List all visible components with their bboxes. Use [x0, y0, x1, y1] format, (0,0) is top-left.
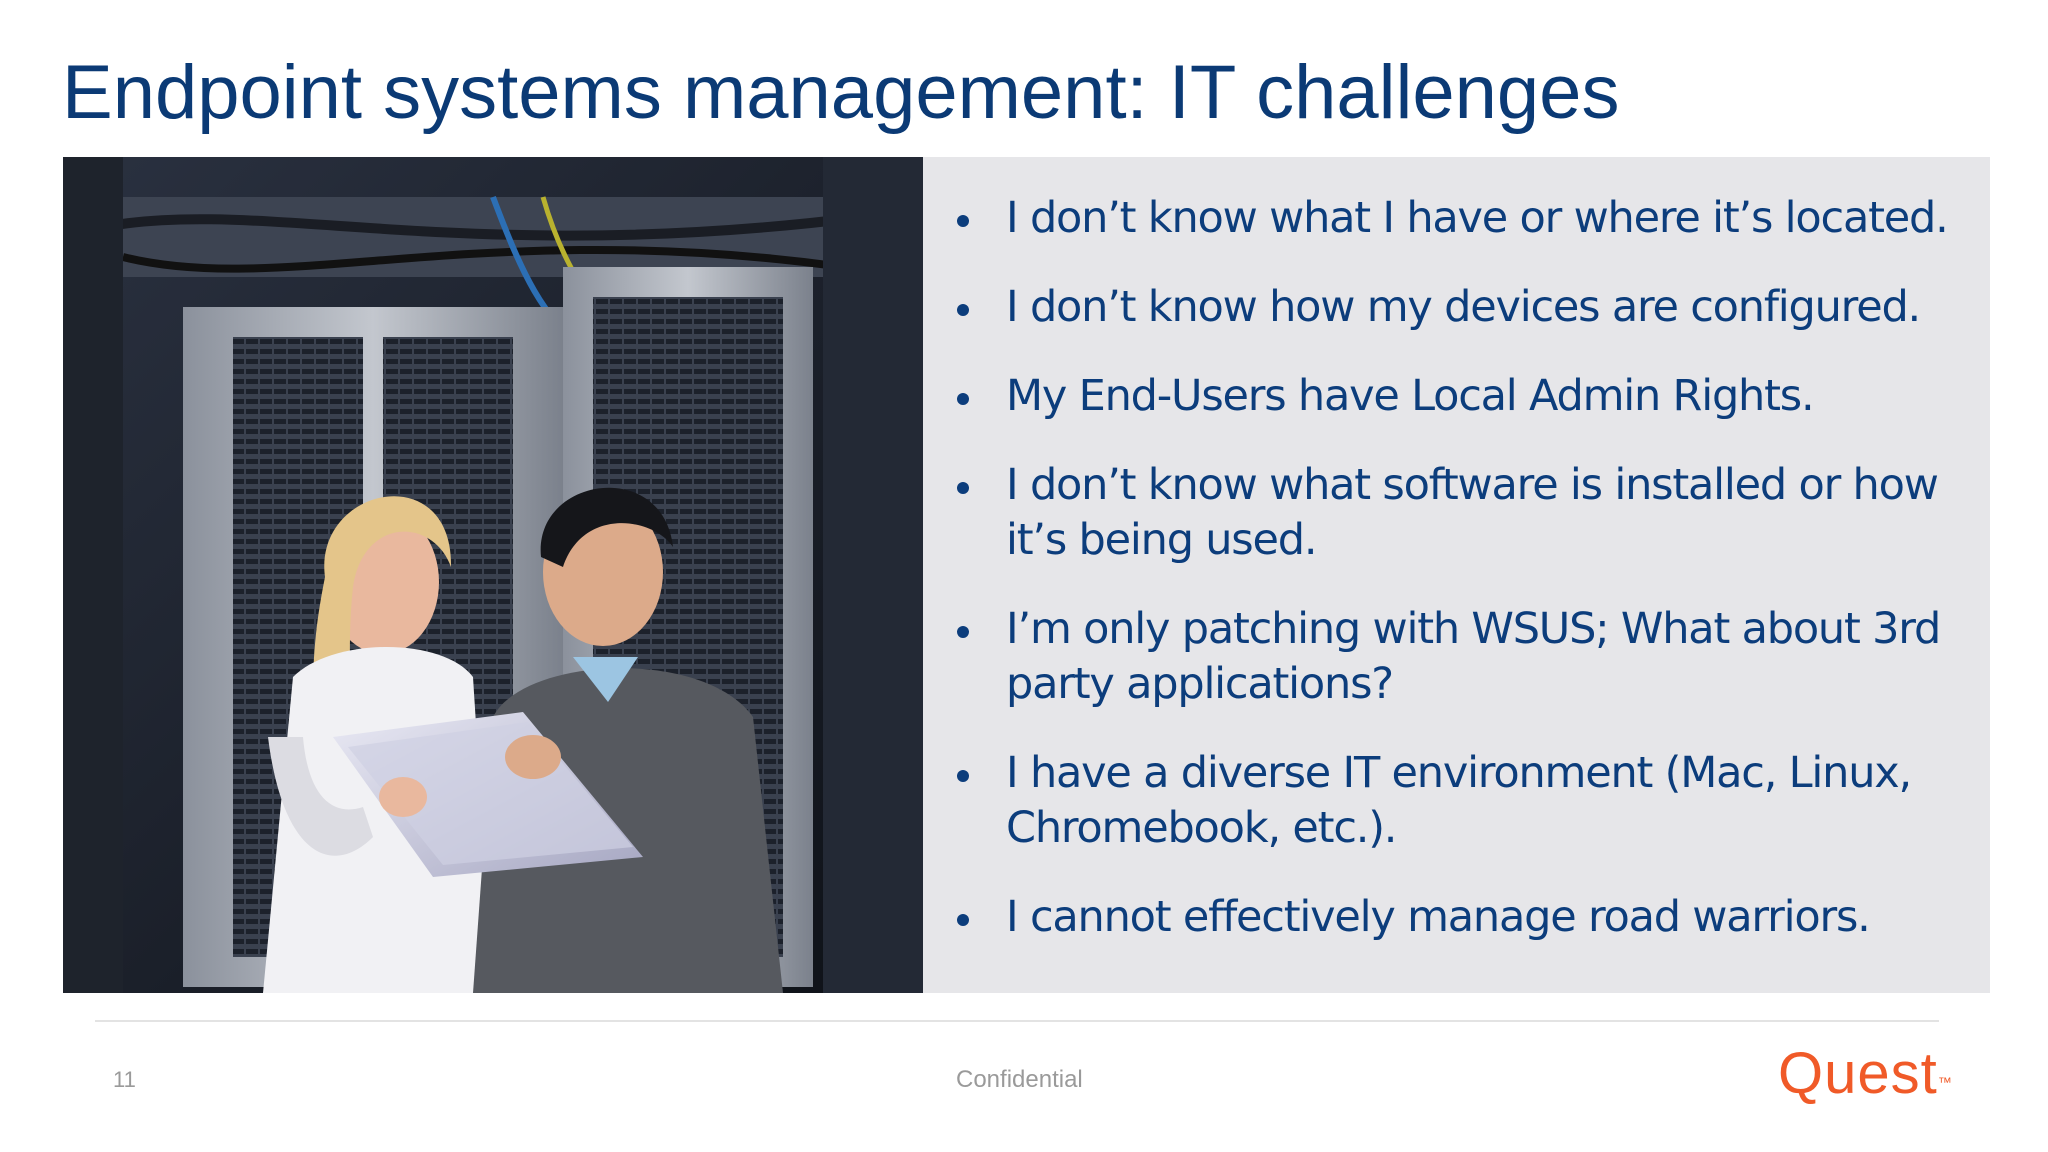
quest-logo: Quest™: [1778, 1042, 1953, 1106]
bullet-icon: [957, 770, 969, 782]
challenge-text: I don’t know how my devices are configur…: [1006, 282, 1921, 332]
challenge-item: I have a diverse IT environment (Mac, Li…: [923, 746, 1970, 856]
bullet-icon: [957, 626, 969, 638]
slide-title: Endpoint systems management: IT challeng…: [62, 50, 1620, 135]
challenge-item: I’m only patching with WSUS; What about …: [923, 602, 1970, 712]
trademark-icon: ™: [1937, 1074, 1953, 1090]
brand-name: Quest: [1778, 1041, 1938, 1106]
photo-it-staff-in-server-room: [63, 157, 923, 993]
bullet-icon: [957, 304, 969, 316]
slide-number: 11: [113, 1067, 136, 1092]
challenge-list: I don’t know what I have or where it’s l…: [923, 157, 1990, 945]
challenge-text: I cannot effectively manage road warrior…: [1006, 892, 1871, 942]
challenge-text: I have a diverse IT environment (Mac, Li…: [1006, 748, 1912, 853]
bullet-panel: I don’t know what I have or where it’s l…: [923, 157, 1990, 993]
challenge-text: I don’t know what I have or where it’s l…: [1006, 193, 1949, 243]
bullet-icon: [957, 482, 969, 494]
challenge-text: I don’t know what software is installed …: [1006, 460, 1939, 565]
challenge-text: My End-Users have Local Admin Rights.: [1006, 371, 1815, 421]
bullet-icon: [957, 215, 969, 227]
challenge-item: I cannot effectively manage road warrior…: [923, 890, 1970, 945]
challenge-item: I don’t know what software is installed …: [923, 458, 1970, 568]
challenge-item: I don’t know how my devices are configur…: [923, 280, 1970, 335]
bullet-icon: [957, 914, 969, 926]
challenge-text: I’m only patching with WSUS; What about …: [1006, 604, 1941, 709]
challenge-item: My End-Users have Local Admin Rights.: [923, 369, 1970, 424]
challenge-item: I don’t know what I have or where it’s l…: [923, 191, 1970, 246]
confidential-label: Confidential: [956, 1066, 1083, 1093]
footer-divider: [95, 1020, 1939, 1022]
bullet-icon: [957, 393, 969, 405]
